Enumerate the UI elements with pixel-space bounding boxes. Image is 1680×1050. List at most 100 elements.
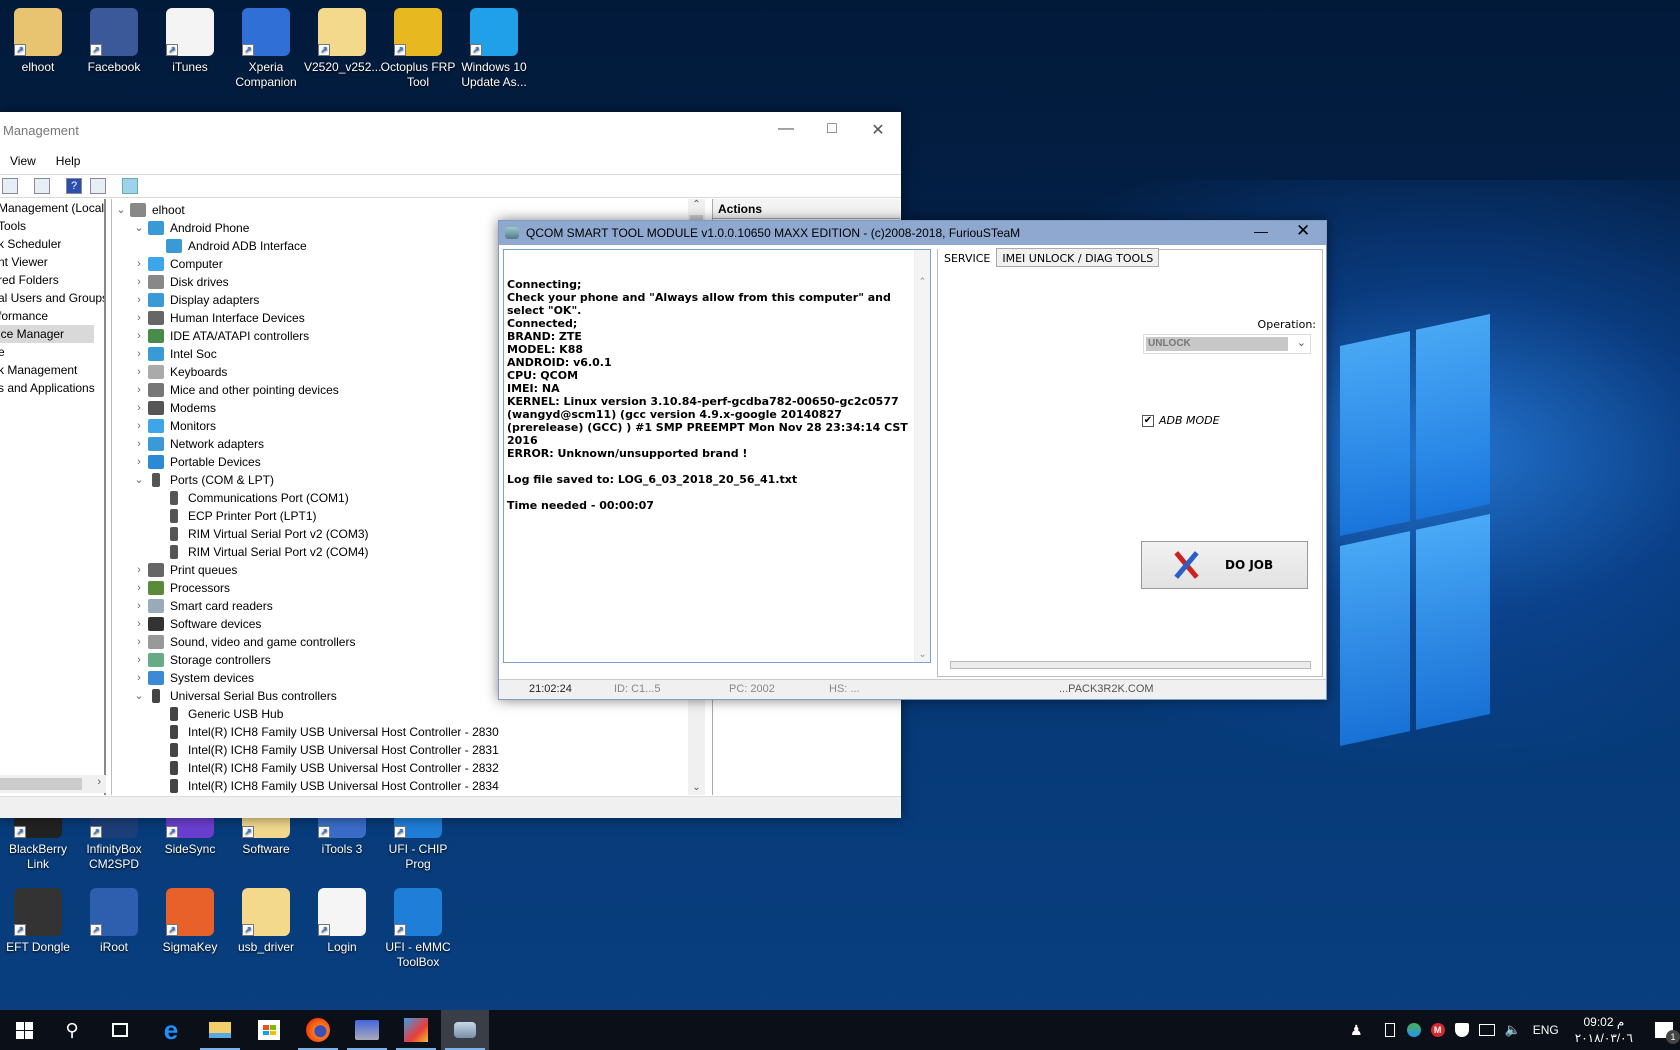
- chevron-right-icon[interactable]: ›: [130, 363, 148, 381]
- chevron-right-icon[interactable]: ›: [130, 651, 148, 669]
- desktop-icon[interactable]: ↗ EFT Dongle: [0, 888, 76, 955]
- action-center-icon[interactable]: 1: [1655, 1022, 1680, 1044]
- status-site[interactable]: ...PACK3R2K.COM: [1059, 683, 1154, 695]
- console-tree-item[interactable]: k Management: [0, 361, 104, 379]
- device-label: Generic USB Hub: [188, 707, 284, 721]
- console-tree-item[interactable]: ice Manager: [0, 325, 94, 343]
- shortcut-arrow-icon: ↗: [90, 924, 102, 936]
- desktop-icon[interactable]: ↗ Facebook: [76, 8, 152, 75]
- minimize-button[interactable]: —: [1254, 223, 1268, 239]
- chevron-right-icon[interactable]: ›: [130, 291, 148, 309]
- close-button[interactable]: ✕: [855, 120, 901, 140]
- desktop-icon[interactable]: ↗ Octoplus FRP Tool: [380, 8, 456, 90]
- device-tree-item[interactable]: Intel(R) ICH8 Family USB Universal Host …: [112, 741, 705, 759]
- desktop-icon[interactable]: ↗ Xperia Companion: [228, 8, 304, 90]
- chevron-right-icon[interactable]: ›: [130, 633, 148, 651]
- chevron-down-icon[interactable]: ⌄: [130, 219, 148, 237]
- desktop-icon[interactable]: ↗ iTunes: [152, 8, 228, 75]
- chevron-right-icon[interactable]: ›: [130, 453, 148, 471]
- shortcut-arrow-icon: ↗: [470, 44, 482, 56]
- log-output[interactable]: Connecting; Check your phone and "Always…: [503, 249, 931, 663]
- properties-icon[interactable]: [34, 178, 50, 194]
- folder-icon: ↗: [242, 888, 290, 936]
- chevron-right-icon[interactable]: ›: [130, 579, 148, 597]
- close-button[interactable]: ✕: [1296, 221, 1310, 241]
- taskbar-qcom-tool[interactable]: [441, 1010, 489, 1050]
- device-tree-item[interactable]: Intel(R) ICH8 Family USB Universal Host …: [112, 723, 705, 741]
- people-icon[interactable]: ♟: [1350, 1022, 1363, 1039]
- device-tree-item[interactable]: Generic USB Hub: [112, 705, 705, 723]
- volume-muted-icon[interactable]: 🔈: [1505, 1022, 1521, 1038]
- chevron-right-icon[interactable]: ›: [130, 615, 148, 633]
- chevron-down-icon[interactable]: ⌄: [112, 201, 130, 219]
- chevron-right-icon[interactable]: ›: [130, 561, 148, 579]
- console-tree-item[interactable]: red Folders: [0, 271, 104, 289]
- desktop-icon[interactable]: ↗ iRoot: [76, 888, 152, 955]
- taskbar-edge[interactable]: e: [147, 1010, 195, 1050]
- tab-imei-unlock-diag[interactable]: IMEI UNLOCK / DIAG TOOLS: [996, 248, 1160, 267]
- console-tree-item[interactable]: formance: [0, 307, 104, 325]
- console-tree-item[interactable]: Tools: [0, 217, 104, 235]
- device-tree-item[interactable]: Intel(R) ICH8 Family USB Universal Host …: [112, 777, 705, 795]
- taskbar-file-explorer[interactable]: [196, 1010, 244, 1050]
- mega-icon[interactable]: M: [1430, 1023, 1445, 1037]
- scan-hardware-icon[interactable]: [122, 178, 138, 194]
- chevron-right-icon[interactable]: ›: [130, 273, 148, 291]
- adb-mode-checkbox[interactable]: ✔ ADB MODE: [1142, 414, 1220, 427]
- chevron-down-icon[interactable]: ⌄: [130, 687, 148, 705]
- chevron-right-icon[interactable]: ›: [130, 255, 148, 273]
- desktop-icon[interactable]: ↗ usb_driver: [228, 888, 304, 955]
- desktop-icon[interactable]: ↗ Login: [304, 888, 380, 955]
- chevron-right-icon[interactable]: ›: [130, 309, 148, 327]
- help-icon[interactable]: ?: [66, 178, 82, 194]
- chevron-right-icon[interactable]: ›: [130, 399, 148, 417]
- tree-root[interactable]: ⌄ elhoot: [112, 201, 705, 219]
- title-bar[interactable]: QCOM SMART TOOL MODULE v1.0.0.10650 MAXX…: [499, 221, 1326, 245]
- chevron-right-icon[interactable]: ›: [130, 345, 148, 363]
- idm-icon[interactable]: [1406, 1023, 1421, 1037]
- menu-view[interactable]: View: [0, 154, 46, 168]
- console-tree-item[interactable]: al Users and Groups: [0, 289, 104, 307]
- network-icon[interactable]: [1478, 1024, 1495, 1036]
- search-button[interactable]: ⚲: [48, 1010, 96, 1050]
- console-tree-item[interactable]: Management (Local: [0, 199, 104, 217]
- desktop-icon[interactable]: ↗ UFI - eMMC ToolBox: [380, 888, 456, 970]
- desktop-icon[interactable]: ↗ elhoot: [0, 8, 76, 75]
- task-view-button[interactable]: [96, 1010, 144, 1050]
- desktop-icon[interactable]: ↗ Windows 10 Update As...: [456, 8, 532, 90]
- chevron-right-icon[interactable]: ›: [130, 435, 148, 453]
- console-tree-item[interactable]: s and Applications: [0, 379, 104, 397]
- taskbar-firefox[interactable]: [294, 1010, 342, 1050]
- do-job-button[interactable]: DO JOB: [1141, 541, 1308, 589]
- show-hide-tree-icon[interactable]: [2, 178, 18, 194]
- console-tree-item[interactable]: k Scheduler: [0, 235, 104, 253]
- horizontal-scrollbar[interactable]: ›: [0, 775, 106, 793]
- chevron-right-icon[interactable]: ›: [130, 327, 148, 345]
- log-scrollbar[interactable]: ⌃ ⌄: [914, 250, 930, 662]
- desktop-icon[interactable]: ↗ SigmaKey: [152, 888, 228, 955]
- chevron-right-icon[interactable]: ›: [130, 597, 148, 615]
- chevron-right-icon[interactable]: ›: [130, 381, 148, 399]
- device-tree-item[interactable]: Intel(R) ICH8 Family USB Universal Host …: [112, 759, 705, 777]
- language-indicator[interactable]: ENG: [1533, 1023, 1559, 1037]
- usb-eject-icon[interactable]: [1384, 1023, 1395, 1037]
- show-action-pane-icon[interactable]: [90, 178, 106, 194]
- wallpaper-windows-logo: [1340, 314, 1490, 766]
- chevron-down-icon[interactable]: ⌄: [130, 471, 148, 489]
- console-tree-item[interactable]: nt Viewer: [0, 253, 104, 271]
- taskbar-network-tool[interactable]: [343, 1010, 391, 1050]
- menu-help[interactable]: Help: [46, 154, 91, 168]
- tab-service[interactable]: SERVICE: [938, 248, 997, 267]
- chevron-right-icon[interactable]: ›: [130, 417, 148, 435]
- minimize-button[interactable]: —: [763, 120, 809, 138]
- taskbar-store[interactable]: [245, 1010, 293, 1050]
- clock[interactable]: 09:02 م ٢٠١٨/٠٣/٠٦: [1575, 1014, 1633, 1046]
- maximize-button[interactable]: □: [809, 120, 855, 138]
- console-tree-item[interactable]: e: [0, 343, 104, 361]
- desktop-icon[interactable]: ↗ V2520_v252...: [304, 8, 381, 75]
- taskbar-candy-crush[interactable]: [392, 1010, 440, 1050]
- chevron-right-icon[interactable]: ›: [130, 669, 148, 687]
- defender-icon[interactable]: [1454, 1023, 1469, 1037]
- start-button[interactable]: [0, 1010, 48, 1050]
- operation-select[interactable]: UNLOCK ⌄: [1143, 334, 1311, 354]
